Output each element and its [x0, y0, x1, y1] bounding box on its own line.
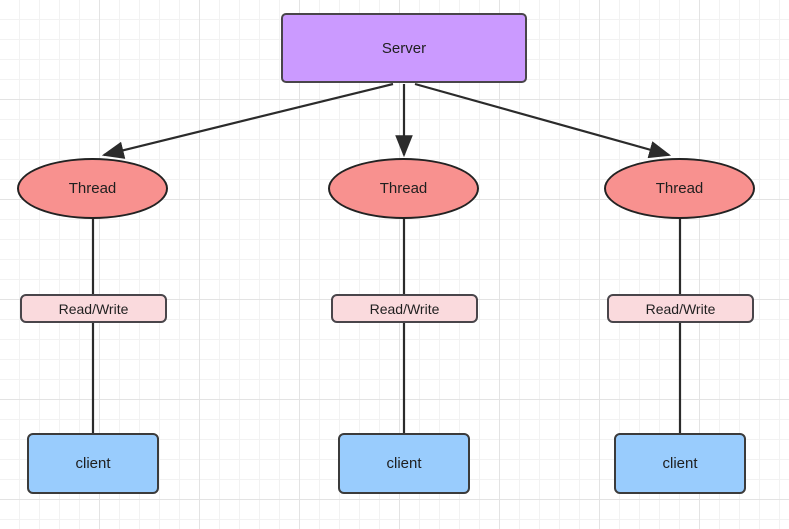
server-node[interactable]: Server [281, 13, 527, 83]
readwrite-node-3[interactable]: Read/Write [607, 294, 754, 323]
edge-server-to-thread-1 [101, 82, 394, 159]
thread-node-label: Thread [655, 180, 704, 197]
readwrite-node-2[interactable]: Read/Write [331, 294, 478, 323]
client-node-1[interactable]: client [27, 433, 159, 494]
thread-node-1[interactable]: Thread [17, 158, 168, 219]
client-node-label: client [386, 455, 422, 472]
thread-node-2[interactable]: Thread [328, 158, 479, 219]
readwrite-node-label: Read/Write [369, 300, 440, 317]
readwrite-node-1[interactable]: Read/Write [20, 294, 167, 323]
thread-node-label: Thread [379, 180, 428, 197]
diagram-canvas: Server Thread Thread Thread Read/Write R… [0, 0, 789, 529]
edges-thread-to-readwrite [91, 218, 682, 296]
edges-readwrite-to-client [91, 322, 682, 434]
server-node-label: Server [381, 39, 427, 57]
thread-node-label: Thread [68, 180, 117, 197]
client-node-3[interactable]: client [614, 433, 746, 494]
client-node-label: client [75, 455, 111, 472]
edges-server-to-threads [101, 82, 672, 159]
thread-node-3[interactable]: Thread [604, 158, 755, 219]
readwrite-node-label: Read/Write [645, 300, 716, 317]
client-node-label: client [662, 455, 698, 472]
client-node-2[interactable]: client [338, 433, 470, 494]
readwrite-node-label: Read/Write [58, 300, 129, 317]
edge-server-to-thread-3 [414, 82, 672, 159]
